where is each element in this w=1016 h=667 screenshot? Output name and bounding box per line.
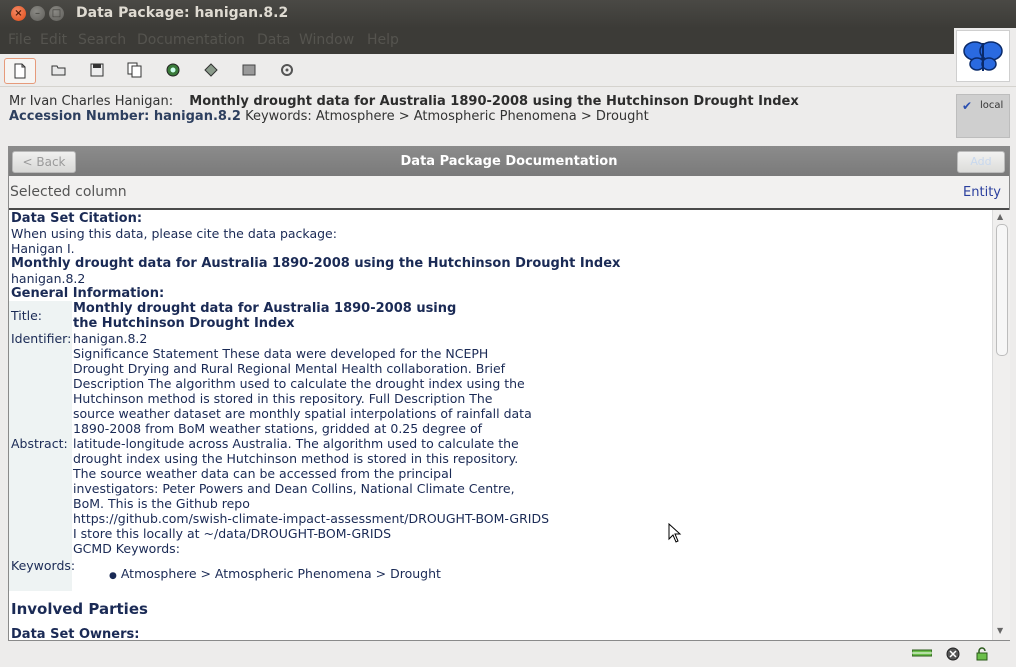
toolbar-separator [0, 86, 1016, 87]
documentation-panel: < Back Data Package Documentation Add Se… [8, 146, 1010, 641]
abstract-line: Description The algorithm used to calcul… [73, 376, 525, 391]
lock-icon [976, 647, 988, 664]
package-owner: Mr Ivan Charles Hanigan: [9, 94, 174, 109]
abstract-line: Significance Statement These data were d… [73, 346, 489, 361]
window-titlebar: × – □ Data Package: hanigan.8.2 [0, 0, 1016, 28]
location-label: local [980, 100, 1004, 111]
open-icon[interactable] [44, 58, 74, 82]
accession-number: Accession Number: hanigan.8.2 [9, 109, 241, 124]
settings-icon[interactable] [272, 58, 302, 82]
menu-file[interactable]: File [8, 32, 31, 48]
involved-parties-heading: Involved Parties [11, 600, 148, 618]
network-status-icon [911, 647, 933, 662]
new-icon[interactable] [4, 58, 36, 84]
menu-documentation[interactable]: Documentation [137, 32, 245, 48]
add-button[interactable]: Add [957, 151, 1005, 173]
abstract-line: The source weather data can be accessed … [73, 466, 453, 481]
identifier-value: hanigan.8.2 [73, 331, 148, 346]
citation-identifier: hanigan.8.2 [11, 271, 86, 286]
package-title: Monthly drought data for Australia 1890-… [189, 94, 799, 109]
abstract-line: Hutchinson method is stored in this repo… [73, 391, 493, 406]
scroll-thumb[interactable] [996, 224, 1008, 356]
scroll-up-icon[interactable]: ▲ [997, 212, 1003, 221]
close-window-button[interactable]: × [11, 6, 26, 21]
menu-help[interactable]: Help [367, 32, 399, 48]
synchronize-icon[interactable] [196, 58, 226, 82]
copy-icon[interactable] [120, 58, 150, 82]
menu-edit[interactable]: Edit [40, 32, 67, 48]
document-view: Data Set Citation: When using this data,… [9, 210, 992, 640]
disconnect-icon[interactable] [946, 647, 960, 664]
abstract-line: I store this locally at ~/data/DROUGHT-B… [73, 526, 392, 541]
mouse-cursor-icon [668, 523, 682, 543]
menu-data[interactable]: Data [257, 32, 290, 48]
window-title: Data Package: hanigan.8.2 [76, 5, 289, 21]
scroll-down-icon[interactable]: ▼ [997, 626, 1003, 635]
keyword-text: Atmosphere > Atmospheric Phenomena > Dro… [120, 566, 441, 581]
abstract-text: Significance Statement These data were d… [73, 346, 549, 556]
menu-window[interactable]: Window [299, 32, 354, 48]
menu-bar: File Edit Search Documentation Data Wind… [0, 28, 954, 54]
maximize-window-button[interactable]: □ [49, 6, 64, 21]
abstract-line: drought index using the Hutchinson metho… [73, 451, 519, 466]
panel-header: < Back Data Package Documentation Add [9, 147, 1009, 176]
abstract-line: GCMD Keywords: [73, 541, 180, 556]
butterfly-icon [963, 41, 1003, 71]
abstract-line: https://github.com/swish-climate-impact-… [73, 511, 550, 526]
package-keywords: Keywords: Atmosphere > Atmospheric Pheno… [245, 109, 649, 124]
owners-heading: Data Set Owners: [11, 627, 140, 640]
citation-title: Monthly drought data for Australia 1890-… [11, 256, 621, 271]
abstract-line: source weather dataset are monthly spati… [73, 406, 532, 421]
abstract-line: 1890-2008 from BoM weather stations, gri… [73, 421, 483, 436]
title-label: Title: [11, 308, 42, 323]
cite-instruction: When using this data, please cite the da… [11, 226, 337, 241]
local-check-icon: ✔ [962, 99, 973, 113]
abstract-line: BoM. This is the Github repo [73, 496, 250, 511]
title-value: Monthly drought data for Australia 1890-… [73, 301, 457, 331]
keyword-list-item: ● Atmosphere > Atmospheric Phenomena > D… [109, 566, 441, 584]
minimize-window-button[interactable]: – [30, 6, 45, 21]
abstract-label: Abstract: [11, 436, 68, 451]
abstract-line: Drought Drying and Rural Regional Mental… [73, 361, 506, 376]
toolbar [0, 56, 954, 84]
abstract-line: latitude-longitude across Australia. The… [73, 436, 519, 451]
vertical-scrollbar[interactable]: ▲ ▼ [992, 210, 1010, 640]
selection-bar: Selected column Entity [9, 176, 1009, 210]
entity-link[interactable]: Entity [963, 185, 1001, 200]
abstract-line: investigators: Peter Powers and Dean Col… [73, 481, 515, 496]
citation-heading: Data Set Citation: [11, 211, 143, 226]
location-status: ✔ local [956, 94, 1010, 138]
app-logo [956, 30, 1010, 82]
package-header: Mr Ivan Charles Hanigan: Monthly drought… [9, 94, 799, 124]
keywords-label: Keywords: [11, 558, 76, 573]
identifier-label: Identifier: [11, 331, 72, 346]
search-data-icon[interactable] [158, 58, 188, 82]
selected-column-label: Selected column [10, 184, 127, 200]
citation-author: Hanigan I. [11, 241, 75, 256]
menu-search[interactable]: Search [78, 32, 126, 48]
export-icon[interactable] [234, 58, 264, 82]
panel-title: Data Package Documentation [400, 154, 618, 169]
general-info-heading: General Information: [11, 286, 165, 301]
bullet-icon: ● [109, 571, 117, 581]
save-icon[interactable] [82, 58, 112, 82]
